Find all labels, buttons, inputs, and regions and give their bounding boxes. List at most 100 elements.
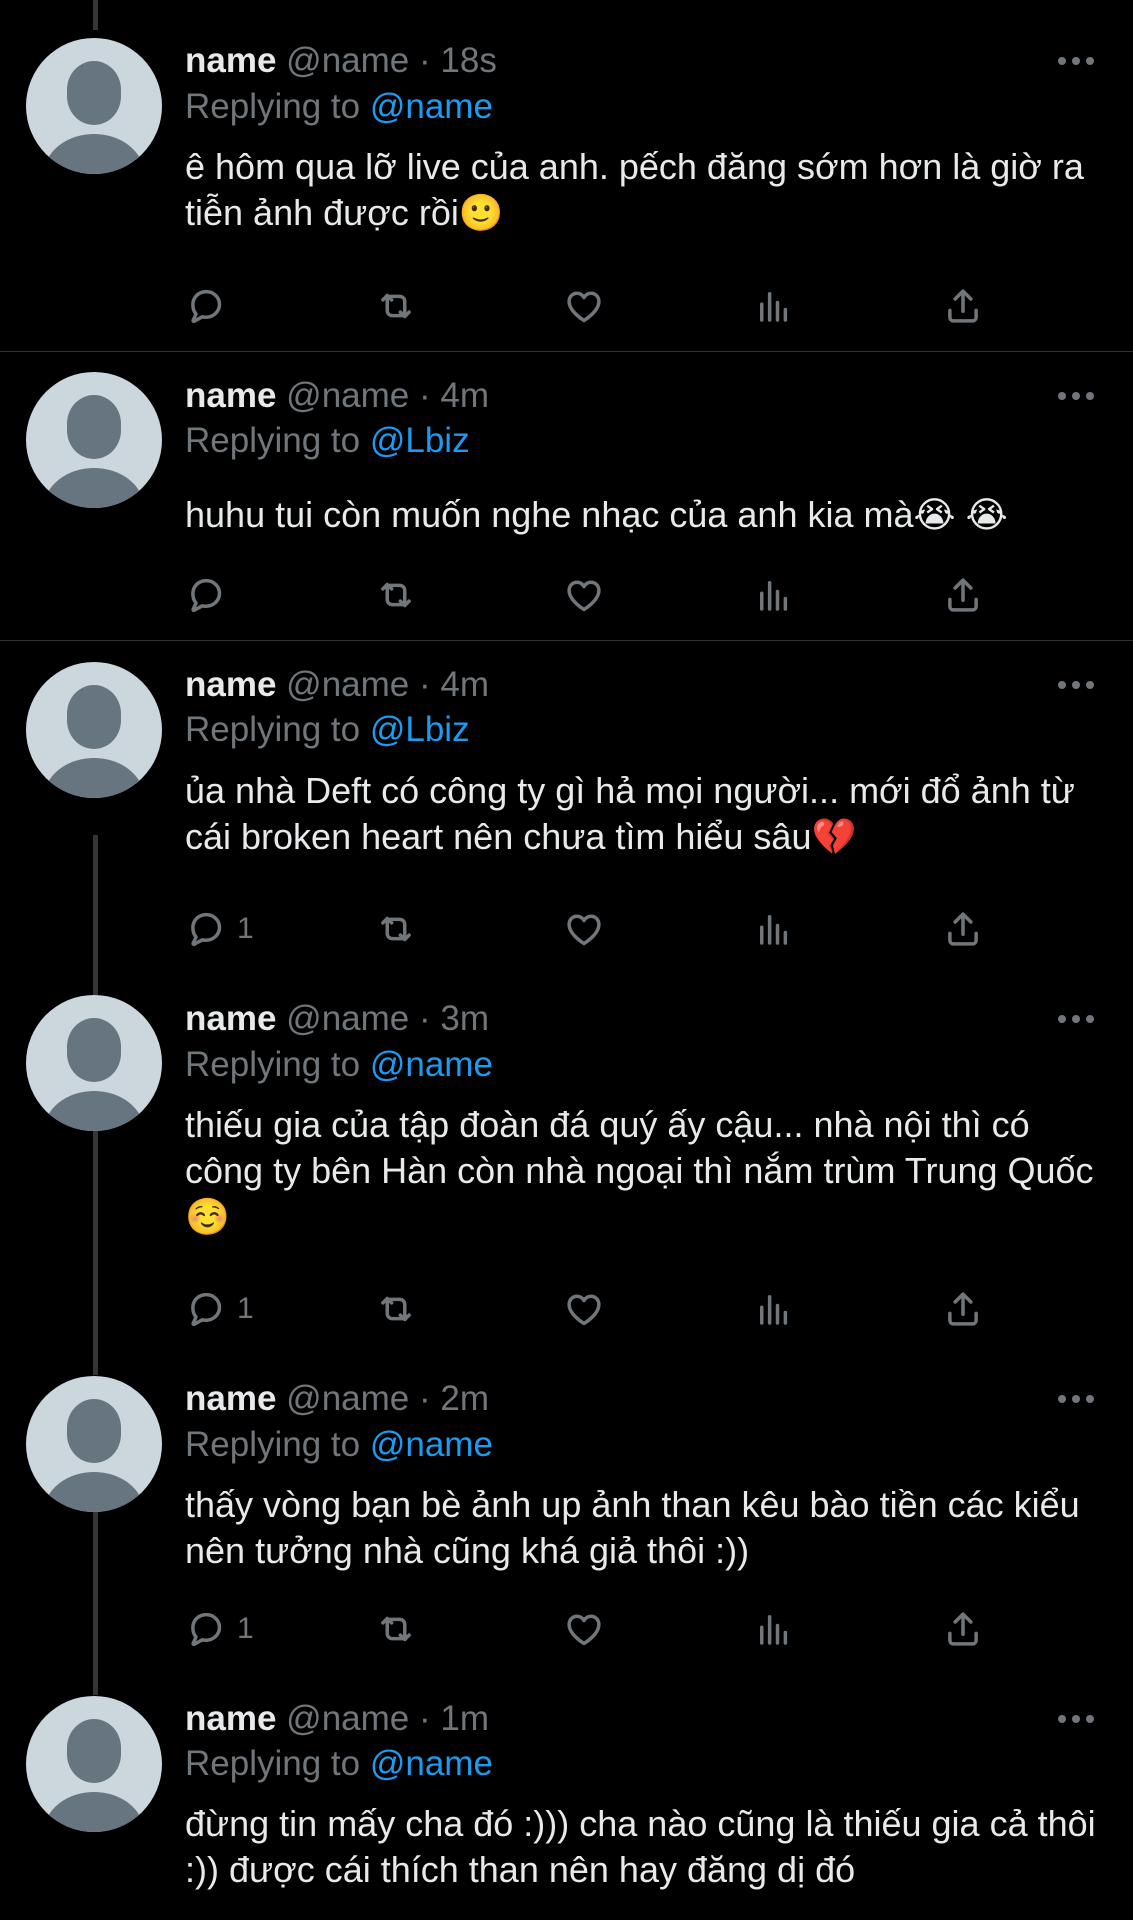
- separator-dot: ·: [419, 41, 431, 80]
- avatar[interactable]: [26, 1376, 162, 1512]
- tweet[interactable]: name @name · 4m Replying to @Lbiz ủa nhà…: [0, 641, 1133, 976]
- display-name[interactable]: name: [185, 665, 276, 704]
- like-button[interactable]: [563, 1606, 605, 1652]
- retweet-icon: [381, 916, 411, 942]
- tweet[interactable]: name @name · 1m Replying to @name đừng t…: [0, 1676, 1133, 1920]
- avatar[interactable]: [26, 38, 162, 174]
- replying-to-label: Replying to: [185, 1425, 361, 1464]
- views-bar-chart-icon: [760, 581, 788, 611]
- timestamp[interactable]: 4m: [440, 665, 489, 704]
- display-name[interactable]: name: [185, 1379, 276, 1418]
- reply-icon: [191, 578, 222, 613]
- tweet-text: ủa nhà Deft có công ty gì hả mọi người..…: [185, 770, 1075, 857]
- retweet-button[interactable]: [375, 906, 417, 952]
- tweet-header: name @name · 4m: [185, 374, 489, 418]
- reply-button[interactable]: [185, 572, 237, 618]
- replying-to-handle[interactable]: @name: [370, 1744, 493, 1783]
- avatar[interactable]: [26, 1696, 162, 1832]
- tweet-text: ê hôm qua lỡ live của anh. pếch đăng sớm…: [185, 146, 1084, 233]
- tweet[interactable]: name @name · 3m Replying to @name thiếu …: [0, 976, 1133, 1356]
- retweet-button[interactable]: [375, 572, 417, 618]
- display-name[interactable]: name: [185, 999, 276, 1038]
- replying-to-handle[interactable]: @Lbiz: [370, 710, 470, 749]
- share-button[interactable]: [942, 572, 984, 618]
- reply-count: 1: [237, 1292, 254, 1325]
- heart-icon: [567, 291, 601, 323]
- views-button[interactable]: [753, 572, 795, 618]
- replying-to-label: Replying to: [185, 421, 361, 460]
- reply-button[interactable]: 1: [185, 1606, 254, 1652]
- default-avatar-body: [44, 1472, 144, 1512]
- tweet-text: thấy vòng bạn bè ảnh up ảnh than kêu bào…: [185, 1484, 1080, 1571]
- like-button[interactable]: [563, 906, 605, 952]
- replying-to-handle[interactable]: @name: [370, 1425, 493, 1464]
- views-bar-chart-icon: [760, 292, 788, 322]
- timestamp[interactable]: 1m: [440, 1699, 489, 1738]
- display-name[interactable]: name: [185, 41, 276, 80]
- replying-to-handle[interactable]: @Lbiz: [370, 421, 470, 460]
- reply-button[interactable]: 1: [185, 1286, 254, 1332]
- replying-to-label: Replying to: [185, 87, 361, 126]
- tweet-header: name @name · 2m: [185, 1377, 489, 1421]
- retweet-button[interactable]: [375, 1286, 417, 1332]
- views-button[interactable]: [753, 283, 795, 329]
- separator-dot: ·: [419, 999, 431, 1038]
- share-icon: [948, 289, 978, 323]
- views-button[interactable]: [753, 906, 795, 952]
- reply-count: 1: [237, 1612, 254, 1645]
- user-handle[interactable]: @name: [286, 41, 409, 80]
- share-button[interactable]: [942, 906, 984, 952]
- display-name[interactable]: name: [185, 376, 276, 415]
- timestamp[interactable]: 3m: [440, 999, 489, 1038]
- timestamp[interactable]: 18s: [440, 41, 496, 80]
- more-options-icon[interactable]: [1058, 392, 1094, 402]
- timestamp[interactable]: 2m: [440, 1379, 489, 1418]
- more-options-icon[interactable]: [1058, 681, 1094, 691]
- more-options-icon[interactable]: [1058, 1395, 1094, 1405]
- replying-to-handle[interactable]: @name: [370, 1045, 493, 1084]
- avatar[interactable]: [26, 662, 162, 798]
- tweet[interactable]: name @name · 18s Replying to @name ê hôm…: [0, 0, 1133, 351]
- timestamp[interactable]: 4m: [440, 376, 489, 415]
- share-button[interactable]: [942, 1606, 984, 1652]
- more-options-icon[interactable]: [1058, 57, 1094, 67]
- user-handle[interactable]: @name: [286, 376, 409, 415]
- replying-to: Replying to @name: [185, 1742, 493, 1786]
- like-button[interactable]: [563, 1286, 605, 1332]
- tweet-text: thiếu gia của tập đoàn đá quý ấy cậu... …: [185, 1104, 1094, 1237]
- avatar[interactable]: [26, 995, 162, 1131]
- tweet[interactable]: name @name · 4m Replying to @Lbiz huhu t…: [0, 352, 1133, 640]
- tweet-actions: 1: [185, 1606, 1015, 1652]
- tweet-actions: [185, 572, 1015, 618]
- share-button[interactable]: [942, 1286, 984, 1332]
- user-handle[interactable]: @name: [286, 999, 409, 1038]
- share-button[interactable]: [942, 283, 984, 329]
- replying-to-label: Replying to: [185, 1045, 361, 1084]
- tweet-header: name @name · 3m: [185, 997, 489, 1041]
- replying-to: Replying to @Lbiz: [185, 419, 470, 463]
- like-button[interactable]: [563, 572, 605, 618]
- user-handle[interactable]: @name: [286, 665, 409, 704]
- display-name[interactable]: name: [185, 1699, 276, 1738]
- default-avatar-head: [67, 61, 121, 125]
- default-avatar-head: [67, 1018, 121, 1082]
- heart-icon: [567, 1614, 601, 1646]
- reply-button[interactable]: [185, 283, 237, 329]
- default-avatar-head: [67, 1719, 121, 1783]
- views-button[interactable]: [753, 1606, 795, 1652]
- views-button[interactable]: [753, 1286, 795, 1332]
- replying-to-handle[interactable]: @name: [370, 87, 493, 126]
- user-handle[interactable]: @name: [286, 1699, 409, 1738]
- replying-to-label: Replying to: [185, 710, 361, 749]
- tweet[interactable]: name @name · 2m Replying to @name thấy v…: [0, 1356, 1133, 1676]
- default-avatar-body: [44, 1792, 144, 1832]
- retweet-button[interactable]: [375, 283, 417, 329]
- avatar[interactable]: [26, 372, 162, 508]
- retweet-button[interactable]: [375, 1606, 417, 1652]
- user-handle[interactable]: @name: [286, 1379, 409, 1418]
- more-options-icon[interactable]: [1058, 1715, 1094, 1725]
- more-options-icon[interactable]: [1058, 1015, 1094, 1025]
- default-avatar-body: [44, 468, 144, 508]
- like-button[interactable]: [563, 283, 605, 329]
- reply-button[interactable]: 1: [185, 906, 254, 952]
